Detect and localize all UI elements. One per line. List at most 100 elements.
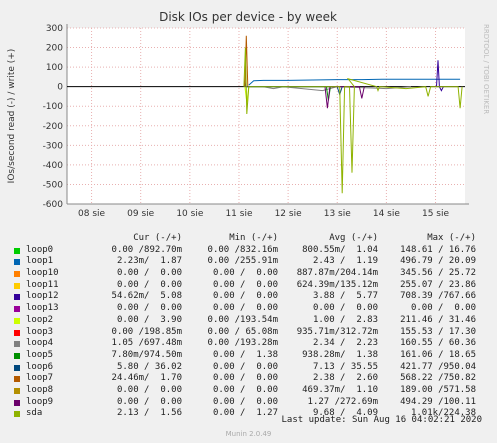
legend-row: loop0 0.00 /892.70m 0.00 /832.16m 800.55m/ … [0, 245, 497, 257]
legend-row: loop6 5.80 / 36.02 0.00 / 0.00 7.13 / 35.55… [0, 362, 497, 374]
legend-swatch [14, 411, 20, 418]
legend-avg: 7.13 / 35.55 [312, 361, 378, 372]
legend-row: loop7 24.46m/ 1.70 0.00 / 0.00 2.38 / 2.60 5… [0, 373, 497, 385]
legend-avg: 938.28m/ 1.38 [302, 349, 378, 360]
legend-max: 148.61 / 16.76 [400, 244, 476, 255]
legend-swatch [14, 282, 20, 289]
last-update: Last update: Sun Aug 16 04:02:21 2020 [281, 415, 482, 425]
legend-row: loop10 0.00 / 0.00 0.00 / 0.00 887.87m/204.… [0, 268, 497, 280]
legend-header-cur: Cur (-/+) [133, 233, 182, 243]
legend-max: 494.29 /100.11 [400, 396, 476, 407]
legend-min: 0.00 /255.91m [207, 256, 278, 267]
legend-min: 0.00 /832.16m [207, 244, 278, 255]
legend-header-max: Max (-/+) [427, 233, 476, 243]
legend-max: 161.06 / 18.65 [400, 349, 476, 360]
legend-swatch [14, 352, 20, 359]
y-tick-label: -400 [43, 161, 64, 171]
legend-min: 0.00 / 0.00 [212, 291, 278, 302]
side-label: RRDTOOL / TOBI OETIKER [482, 24, 490, 114]
y-tick-label: -600 [43, 200, 64, 210]
legend-swatch [14, 364, 20, 371]
legend-cur: 0.00 /198.85m [111, 326, 182, 337]
legend-name: loop9 [26, 396, 54, 407]
legend-name: loop11 [26, 279, 59, 290]
legend-row: loop11 0.00 / 0.00 0.00 / 0.00 624.39m/135.… [0, 280, 497, 292]
legend-swatch [14, 387, 20, 394]
legend-name: sda [26, 408, 43, 419]
legend-name: loop2 [26, 314, 54, 325]
y-tick-label: -500 [43, 180, 64, 190]
legend-avg: 624.39m/135.12m [296, 279, 378, 290]
legend-max: 421.77 /950.04 [400, 361, 476, 372]
legend-max: 155.53 / 17.30 [400, 326, 476, 337]
legend-cur: 0.00 / 0.00 [116, 396, 182, 407]
legend-name: loop5 [26, 349, 54, 360]
legend-min: 0.00 / 1.38 [212, 349, 278, 360]
legend-name: loop6 [26, 361, 54, 372]
legend-min: 0.00 /193.28m [207, 338, 278, 349]
legend-row: loop5 7.80m/974.50m 0.00 / 1.38 938.28m/ 1.… [0, 350, 497, 362]
legend-avg: 0.00 / 0.00 [312, 303, 378, 314]
legend-min: 0.00 / 0.00 [212, 396, 278, 407]
legend-cur: 7.80m/974.50m [111, 349, 182, 360]
y-tick-label: 300 [46, 24, 63, 34]
legend-row: loop13 0.00 / 0.00 0.00 / 0.00 0.00 / 0.00 0… [0, 303, 497, 315]
legend-row: loop3 0.00 /198.85m 0.00 / 65.08m 935.71m/3… [0, 327, 497, 339]
legend-avg: 2.43 / 1.19 [312, 256, 378, 267]
legend: Cur (-/+) Min (-/+) Avg (-/+) Max (-/+) … [0, 233, 497, 420]
legend-row: loop8 0.00 / 0.00 0.00 / 0.00 469.37m/ 1.10… [0, 385, 497, 397]
y-tick-label: 200 [46, 44, 63, 54]
y-tick-label: 100 [46, 63, 63, 73]
legend-name: loop4 [26, 338, 54, 349]
legend-avg: 887.87m/204.14m [296, 268, 378, 279]
legend-min: 0.00 /193.54m [207, 314, 278, 325]
legend-max: 708.39 /767.66 [400, 291, 476, 302]
legend-header: Cur (-/+) Min (-/+) Avg (-/+) Max (-/+) [0, 233, 497, 245]
x-tick-label: 09 sie [127, 209, 155, 219]
x-tick-label: 12 sie [275, 209, 303, 219]
legend-max: 160.55 / 60.36 [400, 338, 476, 349]
y-tick-label: -100 [43, 102, 64, 112]
legend-max: 189.00 /571.58 [400, 384, 476, 395]
y-tick-label: 0 [57, 83, 63, 93]
legend-swatch [14, 271, 20, 278]
legend-min: 0.00 / 65.08m [207, 326, 278, 337]
legend-min: 0.00 / 0.00 [212, 303, 278, 314]
legend-swatch [14, 329, 20, 336]
legend-max: 255.07 / 23.86 [400, 279, 476, 290]
legend-name: loop10 [26, 268, 59, 279]
legend-cur: 2.23m/ 1.87 [116, 256, 182, 267]
x-tick-label: 10 sie [176, 209, 204, 219]
legend-name: loop3 [26, 326, 54, 337]
legend-name: loop0 [26, 244, 54, 255]
legend-swatch [14, 399, 20, 406]
legend-max: 496.79 / 20.09 [400, 256, 476, 267]
x-tick-label: 08 sie [78, 209, 106, 219]
y-tick-label: -200 [43, 122, 64, 132]
legend-swatch [14, 317, 20, 324]
legend-min: 0.00 / 0.00 [212, 268, 278, 279]
legend-min: 0.00 / 0.00 [212, 361, 278, 372]
legend-cur: 0.00 / 0.00 [116, 303, 182, 314]
legend-swatch [14, 247, 20, 254]
legend-cur: 0.00 /892.70m [111, 244, 182, 255]
legend-avg: 1.00 / 2.83 [312, 314, 378, 325]
legend-avg: 1.27 /272.69m [307, 396, 378, 407]
legend-row: loop12 54.62m/ 5.08 0.00 / 0.00 3.88 / 5.77… [0, 291, 497, 303]
legend-swatch [14, 376, 20, 383]
legend-avg: 2.34 / 2.23 [312, 338, 378, 349]
legend-swatch [14, 294, 20, 301]
legend-cur: 2.13 / 1.56 [116, 408, 182, 419]
legend-header-avg: Avg (-/+) [329, 233, 378, 243]
legend-cur: 1.05 /697.48m [111, 338, 182, 349]
legend-header-min: Min (-/+) [229, 233, 278, 243]
legend-min: 0.00 / 0.00 [212, 384, 278, 395]
legend-cur: 0.00 / 0.00 [116, 279, 182, 290]
legend-cur: 0.00 / 0.00 [116, 268, 182, 279]
legend-name: loop13 [26, 303, 59, 314]
legend-min: 0.00 / 0.00 [212, 279, 278, 290]
legend-avg: 935.71m/312.72m [296, 326, 378, 337]
legend-cur: 24.46m/ 1.70 [111, 373, 182, 384]
legend-cur: 0.00 / 0.00 [116, 384, 182, 395]
chart: Disk IOs per device - by week IOs/second… [7, 10, 490, 219]
